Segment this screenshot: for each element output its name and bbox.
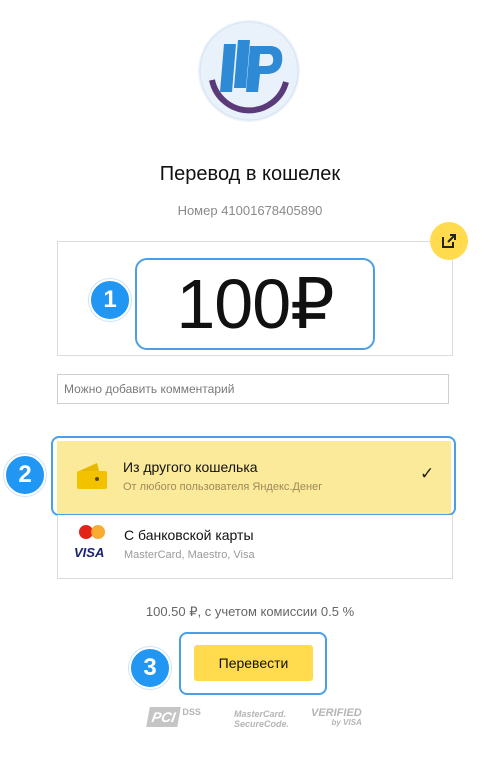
highlight-frame	[51, 436, 456, 516]
mastercard-securecode-logo: MasterCard. SecureCode.	[234, 709, 290, 729]
annotation-badge-2: 2	[4, 454, 46, 496]
amount-value: 100	[176, 265, 291, 343]
annotation-badge-1: 1	[89, 279, 131, 321]
page-title: Перевод в кошелек	[159, 163, 341, 185]
commission-text: 100.50 ₽, с учетом комиссии 0.5 %	[145, 604, 355, 619]
option-subtitle: MasterCard, Maestro, Visa	[124, 549, 255, 561]
maestro-icon	[74, 525, 110, 539]
external-link-icon	[442, 234, 456, 248]
comment-input[interactable]	[57, 374, 449, 404]
wallet-number: Номер 41001678405890	[177, 203, 323, 218]
external-link-button[interactable]	[430, 222, 468, 260]
wallet-logo	[198, 20, 300, 122]
currency-symbol: ₽	[290, 265, 335, 343]
verified-by-visa-logo: VERIFIED by VISA	[311, 707, 362, 728]
visa-icon: VISA	[74, 545, 105, 560]
submit-button[interactable]: Перевести	[194, 645, 313, 681]
option-bank-card[interactable]: VISA С банковской карты MasterCard, Maes…	[57, 515, 453, 579]
annotation-badge-3: 3	[129, 647, 171, 689]
option-title: С банковской карты	[124, 527, 254, 543]
pci-dss-logo: PCI DSS	[146, 707, 201, 727]
amount-input[interactable]: 100 ₽	[135, 258, 375, 350]
